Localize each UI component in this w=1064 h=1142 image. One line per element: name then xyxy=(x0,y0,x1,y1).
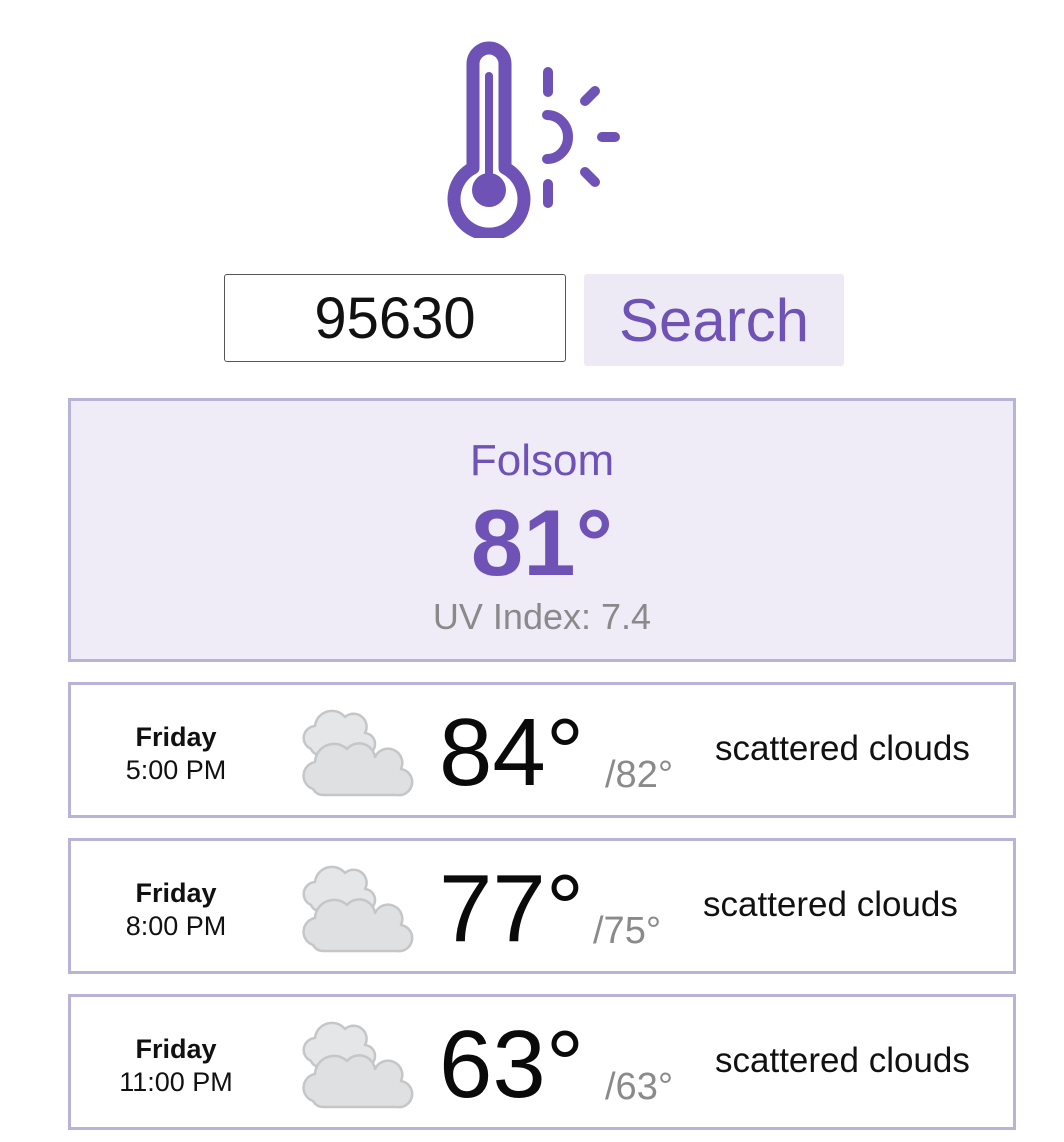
forecast-low-temperature: /63° xyxy=(605,1066,674,1108)
forecast-day: Friday xyxy=(135,722,217,752)
city-name: Folsom xyxy=(469,436,615,485)
forecast-low-temperature: /82° xyxy=(605,754,674,796)
forecast-time: 5:00 PM xyxy=(125,755,227,785)
forecast-time-block: Friday 8:00 PM xyxy=(91,877,261,943)
forecast-temperature: 84° xyxy=(439,699,585,806)
forecast-temperature: 63° xyxy=(439,1011,585,1118)
forecast-row: Friday 5:00 PM 84° /82° scattered clouds xyxy=(68,682,1016,818)
forecast-time-block: Friday 11:00 PM xyxy=(91,1033,261,1099)
forecast-temperature: 77° xyxy=(439,855,585,962)
scattered-clouds-icon xyxy=(302,709,414,797)
forecast-day: Friday xyxy=(135,1034,217,1064)
search-button[interactable]: Search xyxy=(584,274,844,366)
current-weather-card: Folsom 81° UV Index: 7.4 xyxy=(68,398,1016,662)
uv-index: UV Index: 7.4 xyxy=(432,596,652,637)
forecast-time-block: Friday 5:00 PM xyxy=(91,721,261,787)
forecast-description: scattered clouds xyxy=(703,885,958,924)
forecast-low-temperature: /75° xyxy=(593,910,662,952)
current-temperature: 81° xyxy=(470,490,614,595)
forecast-day: Friday xyxy=(135,878,217,908)
forecast-time: 11:00 PM xyxy=(119,1067,233,1097)
scattered-clouds-icon xyxy=(302,865,414,953)
zip-code-input[interactable] xyxy=(224,274,566,362)
forecast-row: Friday 11:00 PM 63° /63° scattered cloud… xyxy=(68,994,1016,1130)
forecast-time: 8:00 PM xyxy=(125,911,227,941)
scattered-clouds-icon xyxy=(302,1021,414,1109)
thermometer-sun-icon xyxy=(447,41,620,238)
forecast-description: scattered clouds xyxy=(715,1041,970,1080)
forecast-description: scattered clouds xyxy=(715,729,970,768)
forecast-row: Friday 8:00 PM 77° /75° scattered clouds xyxy=(68,838,1016,974)
